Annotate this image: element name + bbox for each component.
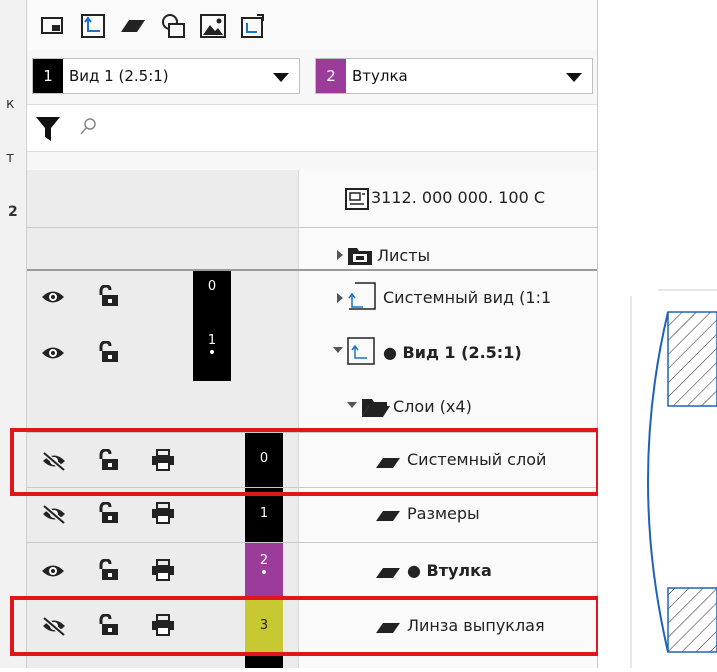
layer-label: Размеры	[407, 504, 480, 523]
filter-row	[27, 104, 597, 152]
unlock-icon[interactable]	[97, 501, 119, 528]
view-number-chip: 1	[33, 59, 63, 93]
strip-glyph: т	[6, 150, 15, 166]
highlight-frame	[10, 596, 600, 656]
tree-row-system-view[interactable]: 0 Системный вид (1:1	[27, 271, 597, 325]
eye-icon[interactable]	[41, 345, 65, 365]
tree-row-view1[interactable]: 1 • ● Вид 1 (2.5:1)	[27, 325, 597, 382]
unlock-icon[interactable]	[97, 340, 119, 367]
tree-row-partial	[27, 655, 597, 668]
strip-glyph: 2	[8, 204, 18, 220]
filter-icon[interactable]	[35, 115, 61, 147]
layer-select-label: Втулка	[352, 67, 408, 85]
layers-folder-label: Слои (x4)	[393, 397, 472, 416]
expand-arrow-icon[interactable]	[337, 293, 343, 303]
folder-open-icon	[361, 396, 391, 422]
collapse-arrow-icon[interactable]	[347, 402, 357, 408]
layer-select[interactable]: 2 Втулка	[315, 58, 593, 94]
eye-icon[interactable]	[41, 289, 65, 309]
view-icon	[347, 337, 375, 369]
shapes-icon[interactable]	[159, 12, 187, 40]
left-side-strip: к т 2	[0, 0, 27, 668]
printer-icon[interactable]	[151, 502, 175, 528]
document-label: 3112. 000 000. 100 С	[371, 188, 546, 207]
chevron-down-icon[interactable]	[566, 73, 582, 82]
system-view-label: Системный вид (1:1	[383, 288, 552, 307]
layers-panel: 1 Вид 1 (2.5:1) 2 Втулка 3112. 000 000. …	[27, 0, 598, 668]
eye-icon[interactable]	[41, 563, 65, 583]
unlock-icon[interactable]	[97, 284, 119, 311]
view-icon	[347, 281, 377, 315]
sheets-label: Листы	[377, 246, 431, 265]
layer-number-chip: 1 •	[193, 325, 231, 381]
layer-number-chip: 2	[316, 59, 346, 93]
document-icon	[345, 188, 369, 214]
strip-glyph: к	[6, 96, 15, 112]
eye-hidden-icon[interactable]	[41, 504, 67, 528]
tree-row-document[interactable]: 3112. 000 000. 100 С	[27, 170, 597, 227]
chevron-down-icon[interactable]	[273, 73, 289, 82]
layer-number-chip: 1	[245, 488, 283, 542]
view1-label: ● Вид 1 (2.5:1)	[383, 343, 522, 362]
drawing-canvas[interactable]	[598, 0, 717, 668]
refresh-view-icon[interactable]	[239, 12, 267, 40]
highlight-frame	[10, 428, 600, 496]
layer-icon[interactable]	[119, 12, 147, 40]
expand-arrow-icon[interactable]	[337, 250, 343, 260]
sheets-folder-icon	[347, 244, 373, 270]
collapse-arrow-icon[interactable]	[333, 347, 343, 353]
part-drawing	[630, 289, 717, 668]
layer-row-dimensions[interactable]: 1 Размеры	[27, 488, 597, 542]
layer-number-chip: 0	[193, 271, 231, 325]
local-cs-icon[interactable]	[79, 12, 107, 40]
image-icon[interactable]	[199, 12, 227, 40]
panel-toolbar	[27, 0, 597, 50]
view-select-label: Вид 1 (2.5:1)	[69, 67, 169, 85]
layer-row-bushing[interactable]: 2 • ● Втулка	[27, 543, 597, 597]
layer-number-chip: 2 •	[245, 543, 283, 597]
view-frame-icon[interactable]	[39, 12, 67, 40]
search-icon	[79, 117, 97, 141]
layer-label: ● Втулка	[407, 561, 492, 580]
printer-icon[interactable]	[151, 559, 175, 585]
tree-row-layers-folder[interactable]: Слои (x4)	[27, 382, 597, 432]
layer-icon	[375, 565, 401, 584]
unlock-icon[interactable]	[97, 558, 119, 585]
view-select[interactable]: 1 Вид 1 (2.5:1)	[32, 58, 300, 94]
layer-icon	[375, 508, 401, 527]
